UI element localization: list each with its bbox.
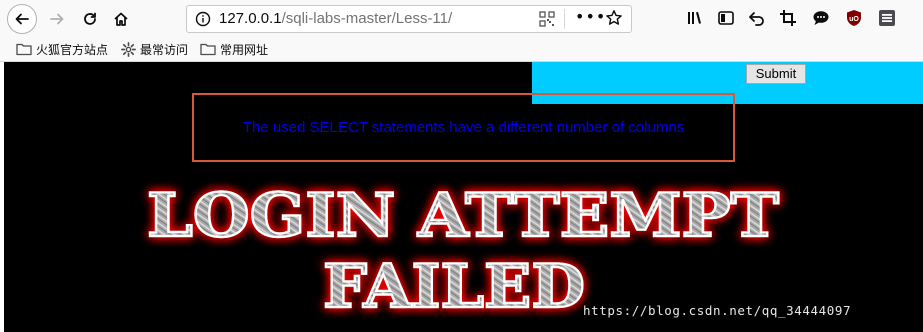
back-icon: [15, 13, 29, 25]
page-content: Submit The used SELECT statements have a…: [4, 62, 923, 332]
chat-icon[interactable]: [812, 9, 830, 27]
info-icon[interactable]: [195, 11, 211, 27]
sql-error-box: The used SELECT statements have a differ…: [192, 93, 735, 162]
bookmark-label: 常用网址: [220, 42, 269, 57]
folder-icon: [16, 43, 32, 56]
submit-button[interactable]: Submit: [746, 64, 806, 84]
bookmark-firefox-official[interactable]: 火狐官方站点: [16, 40, 108, 58]
menu-icon[interactable]: [878, 9, 896, 27]
undo-icon[interactable]: [748, 9, 766, 27]
banner-line-2: FAILED: [323, 252, 585, 322]
page-actions-button[interactable]: •••: [575, 7, 606, 26]
reload-button[interactable]: [77, 6, 103, 32]
reload-icon: [84, 12, 96, 25]
folder-icon: [200, 43, 216, 56]
bookmark-common-sites[interactable]: 常用网址: [200, 40, 268, 58]
gear-icon: [121, 41, 136, 57]
csdn-watermark: https://blog.csdn.net/qq_34444097: [583, 303, 852, 318]
home-icon: [114, 12, 128, 26]
library-icon[interactable]: [686, 9, 704, 27]
bookmark-label: 火狐官方站点: [36, 42, 109, 57]
browser-toolbar: 127.0.0.1/sqli-labs-master/Less-11/ ••• …: [0, 0, 923, 36]
sql-error-message: The used SELECT statements have a differ…: [242, 119, 685, 136]
url-bar[interactable]: 127.0.0.1/sqli-labs-master/Less-11/ •••: [186, 5, 632, 33]
back-button[interactable]: [7, 4, 37, 34]
url-host: 127.0.0.1: [219, 10, 282, 27]
url-path: /sqli-labs-master/Less-11/: [281, 10, 453, 27]
crop-icon[interactable]: [779, 9, 797, 27]
svg-text:uO: uO: [849, 16, 859, 23]
banner-line-1: LOGIN ATTEMPT: [147, 181, 779, 251]
sidebar-icon[interactable]: [717, 9, 735, 27]
bookmark-star-icon[interactable]: [605, 9, 623, 27]
bookmark-label: 最常访问: [140, 42, 189, 57]
ublock-icon[interactable]: uO: [845, 9, 863, 27]
bookmarks-bar: 火狐官方站点 最常访问 常用网址: [0, 36, 923, 62]
qr-code-icon[interactable]: [539, 11, 555, 27]
url-text[interactable]: 127.0.0.1/sqli-labs-master/Less-11/: [219, 10, 452, 27]
forward-icon: [50, 13, 64, 25]
home-button[interactable]: [108, 6, 134, 32]
bookmark-most-visited[interactable]: 最常访问: [121, 40, 188, 58]
forward-button[interactable]: [44, 6, 70, 32]
url-separator: [564, 9, 565, 29]
